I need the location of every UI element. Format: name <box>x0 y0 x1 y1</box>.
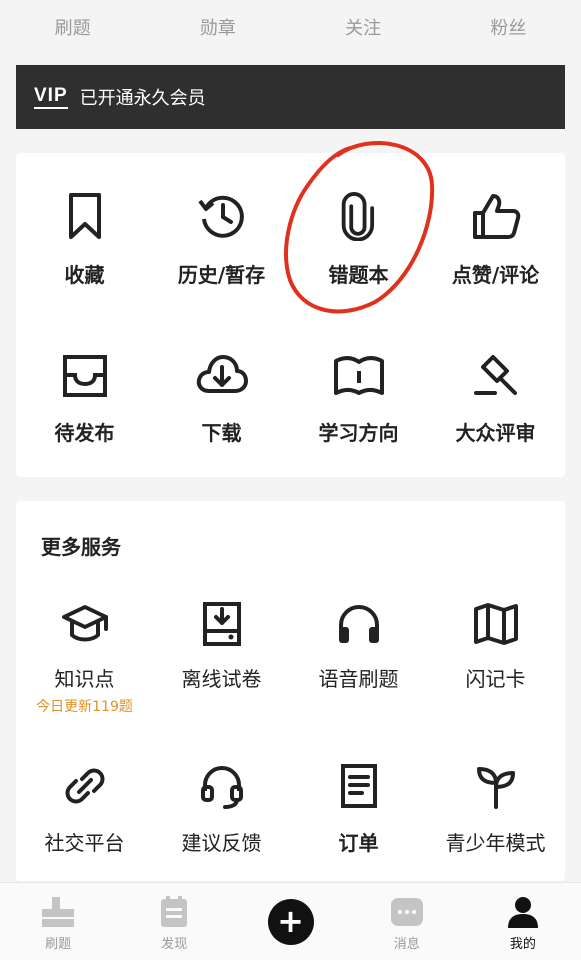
headset-icon <box>200 766 243 809</box>
service-orders[interactable]: 订单 <box>290 763 427 856</box>
section-title: 更多服务 <box>41 535 121 559</box>
service-flash-cards[interactable]: 闪记卡 <box>427 601 564 692</box>
action-label: 点赞/评论 <box>451 263 540 287</box>
open-book-icon <box>333 356 384 395</box>
vip-status-label: 已开通永久会员 <box>79 88 206 109</box>
calendar-icon <box>161 896 188 927</box>
link-icon <box>65 768 104 804</box>
service-label: 青少年模式 <box>445 831 546 855</box>
action-download[interactable]: 下载 <box>153 351 290 446</box>
service-offline-papers[interactable]: 离线试卷 <box>153 601 290 692</box>
service-voice-practice[interactable]: 语音刷题 <box>290 601 427 692</box>
action-public-review[interactable]: 大众评审 <box>427 351 564 446</box>
tab-messages[interactable]: 消息 <box>349 883 465 960</box>
service-label: 社交平台 <box>44 831 125 855</box>
action-history[interactable]: 历史/暂存 <box>153 191 290 288</box>
tab-create[interactable]: + <box>232 883 348 960</box>
action-label: 历史/暂存 <box>177 263 266 287</box>
tab-label: 发现 <box>161 937 188 952</box>
service-label: 建议反馈 <box>181 831 262 855</box>
tab-discover[interactable]: 发现 <box>116 883 232 960</box>
tab-label: 我的 <box>509 937 536 952</box>
sprout-icon <box>476 767 515 809</box>
more-services-card: 更多服务 知识点 今日更新119题 离线试卷 语音刷题 闪记卡 社交平台 建议反… <box>16 501 565 881</box>
stat-medals[interactable]: 勋章 <box>145 0 290 58</box>
action-likes-comments[interactable]: 点赞/评论 <box>427 191 564 288</box>
action-study-direction[interactable]: 学习方向 <box>290 351 427 446</box>
tab-mine[interactable]: 我的 <box>465 883 581 960</box>
action-label: 错题本 <box>328 263 389 287</box>
stat-practice[interactable]: 刷题 <box>0 0 145 58</box>
offline-paper-icon <box>202 602 241 646</box>
gavel-icon <box>473 355 517 395</box>
inbox-icon <box>62 355 107 397</box>
service-social-platform[interactable]: 社交平台 <box>16 763 153 856</box>
order-document-icon <box>340 764 377 808</box>
stats-row: 刷题 勋章 关注 粉丝 <box>0 0 581 58</box>
update-count-badge: 今日更新119题 <box>36 699 133 715</box>
bottom-tab-bar: 刷题 发现 + 消息 我的 <box>0 882 581 960</box>
action-favorites[interactable]: 收藏 <box>16 191 153 288</box>
service-youth-mode[interactable]: 青少年模式 <box>427 763 564 856</box>
map-icon <box>473 603 518 645</box>
service-knowledge-points[interactable]: 知识点 今日更新119题 <box>16 601 153 716</box>
tab-label: 消息 <box>393 937 420 952</box>
service-label: 知识点 <box>54 667 115 691</box>
service-label: 语音刷题 <box>318 667 399 691</box>
action-label: 学习方向 <box>318 421 399 445</box>
plus-icon[interactable]: + <box>267 899 314 945</box>
service-feedback[interactable]: 建议反馈 <box>153 763 290 856</box>
history-icon <box>197 195 244 238</box>
action-label: 收藏 <box>64 263 105 287</box>
thumbs-up-icon <box>472 194 520 239</box>
headphones-icon <box>338 605 379 643</box>
action-label: 大众评审 <box>455 421 536 445</box>
quick-actions-card: 收藏 历史/暂存 错题本 点赞/评论 待发布 下载 学习方向 大众评审 <box>16 153 565 477</box>
action-pending-publish[interactable]: 待发布 <box>16 351 153 446</box>
action-label: 下载 <box>201 421 242 445</box>
tab-label: 刷题 <box>45 937 72 952</box>
action-label: 待发布 <box>54 421 115 445</box>
graduation-cap-icon <box>61 605 108 642</box>
vip-banner[interactable]: VIP 已开通永久会员 <box>16 65 565 129</box>
practice-icon <box>42 897 75 927</box>
service-label: 订单 <box>338 831 379 855</box>
cloud-download-icon <box>196 355 248 393</box>
vip-badge: VIP <box>34 85 68 109</box>
stat-following[interactable]: 关注 <box>291 0 436 58</box>
message-icon <box>390 898 423 926</box>
action-wrong-questions[interactable]: 错题本 <box>290 191 427 288</box>
person-icon <box>507 897 538 928</box>
service-label: 离线试卷 <box>181 667 262 691</box>
paperclip-icon <box>341 192 374 241</box>
tab-practice[interactable]: 刷题 <box>0 883 116 960</box>
bookmark-icon <box>68 193 101 239</box>
stat-followers[interactable]: 粉丝 <box>436 0 581 58</box>
service-label: 闪记卡 <box>465 667 526 691</box>
